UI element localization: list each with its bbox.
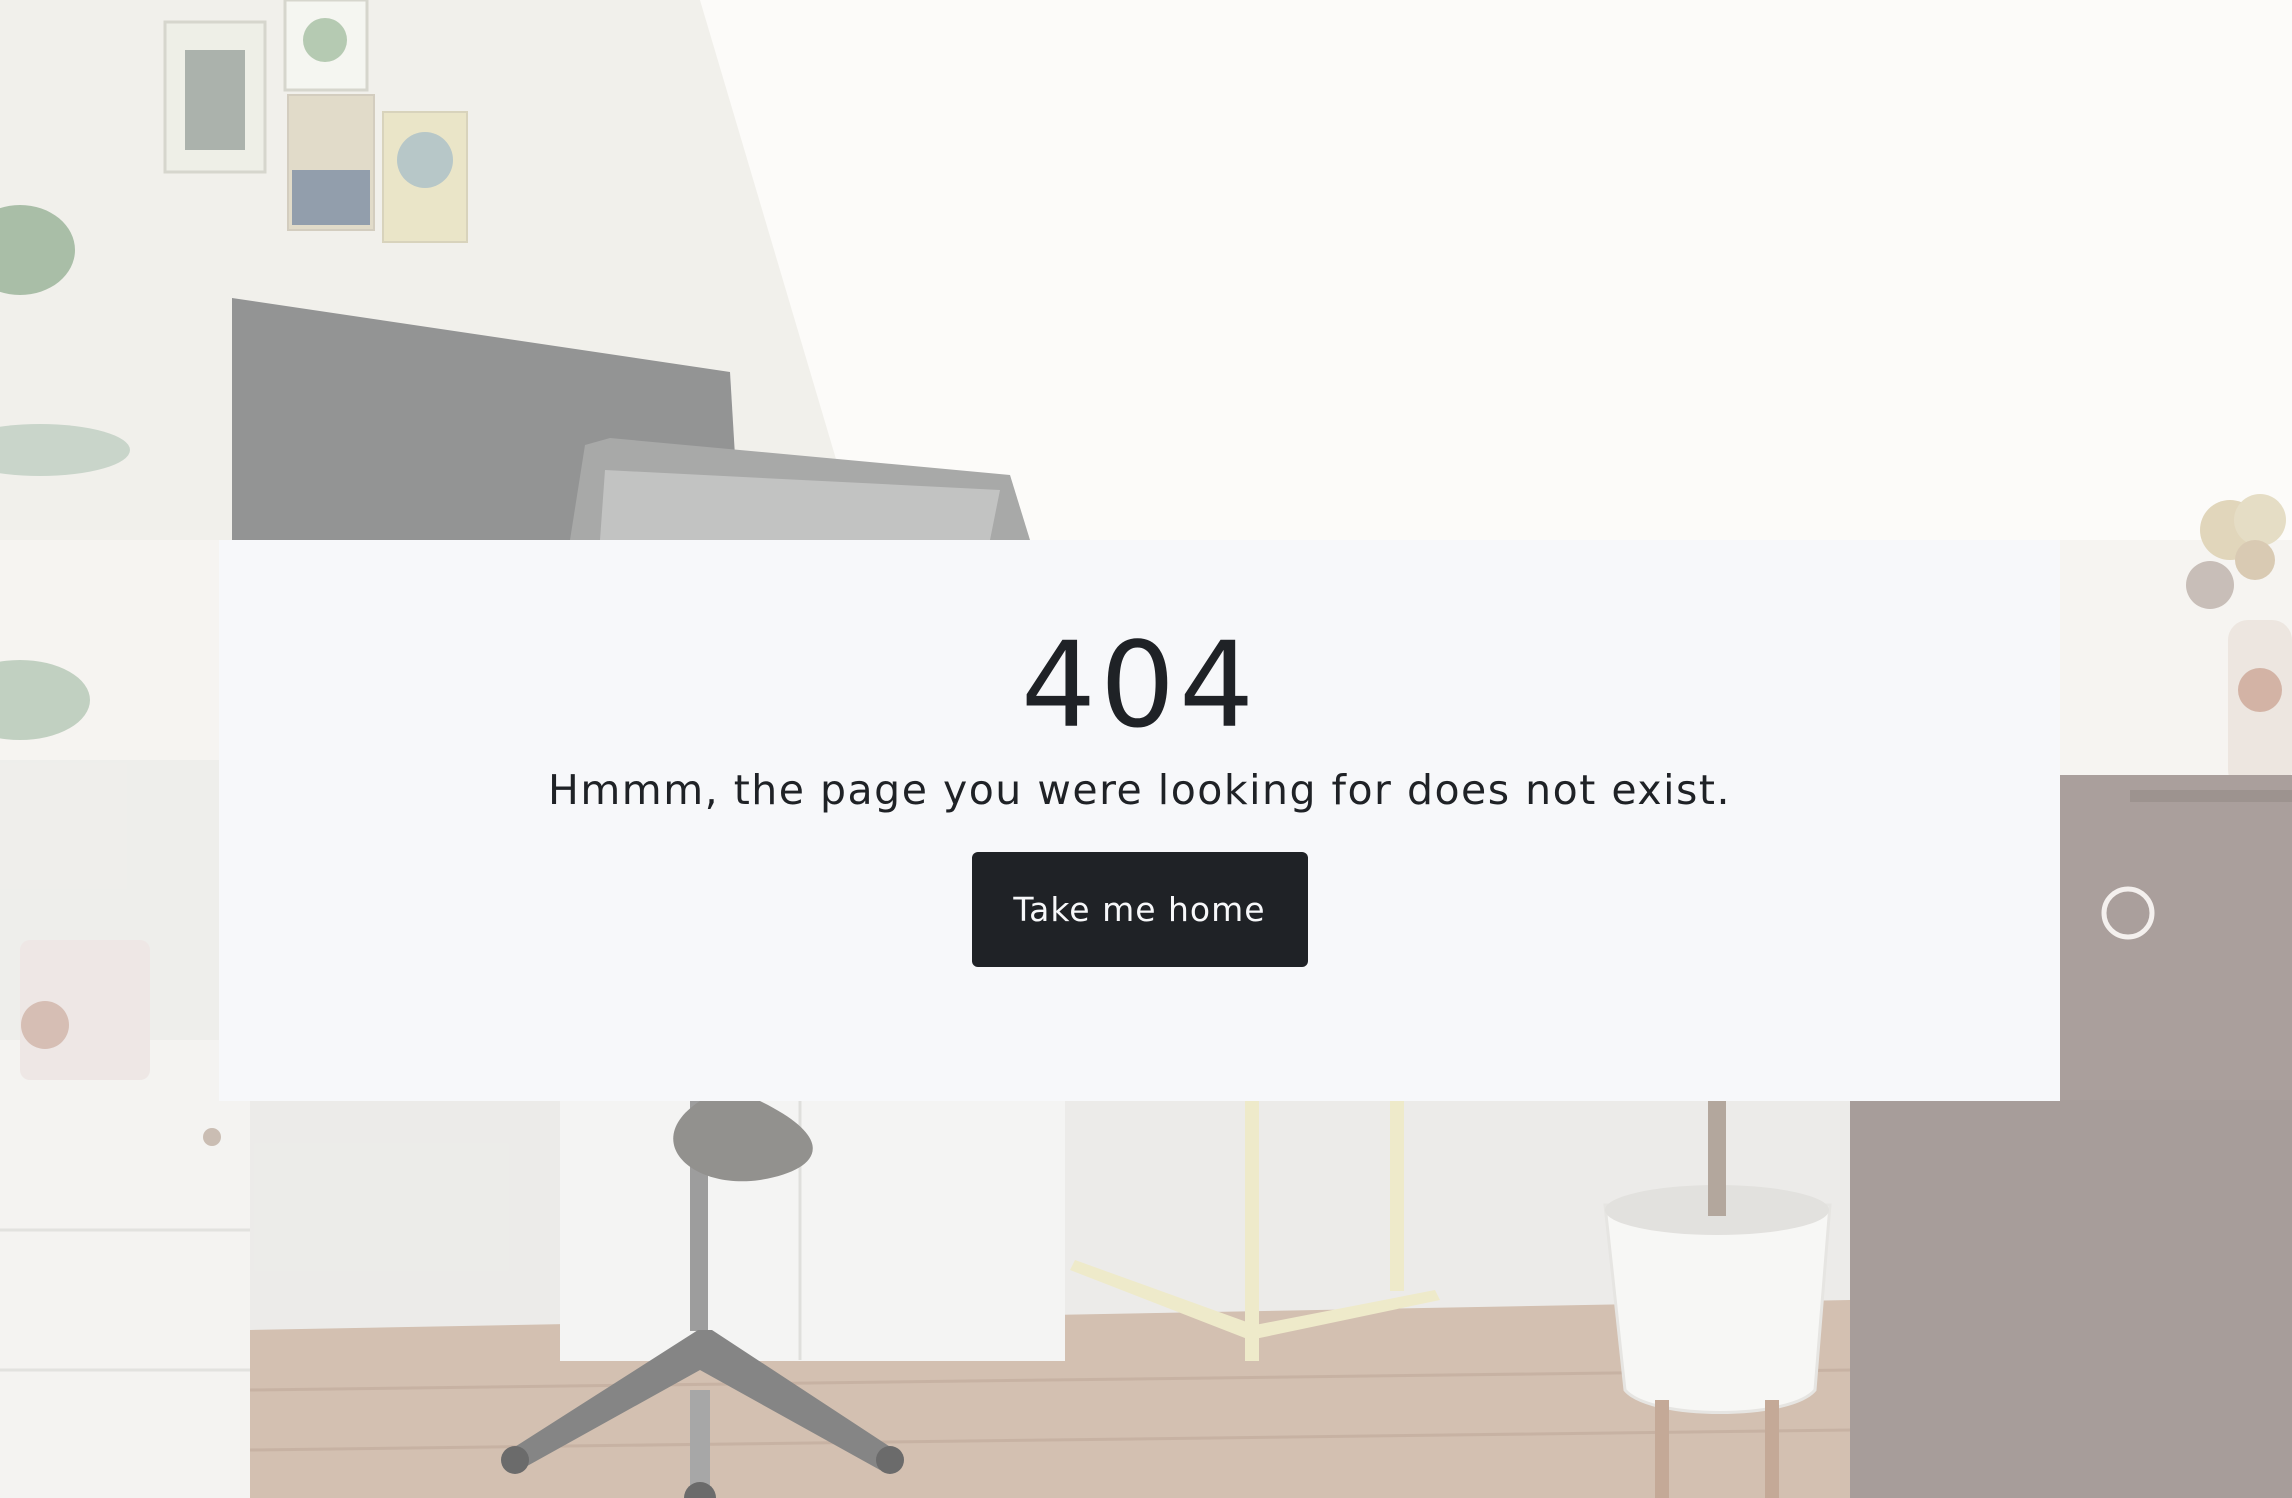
error-code: 404	[1020, 616, 1259, 754]
not-found-page: 404 Hmmm, the page you were looking for …	[0, 0, 2292, 1498]
take-me-home-button[interactable]: Take me home	[971, 852, 1308, 967]
error-card: 404 Hmmm, the page you were looking for …	[219, 540, 2060, 1101]
error-message: Hmmm, the page you were looking for does…	[548, 766, 1731, 814]
